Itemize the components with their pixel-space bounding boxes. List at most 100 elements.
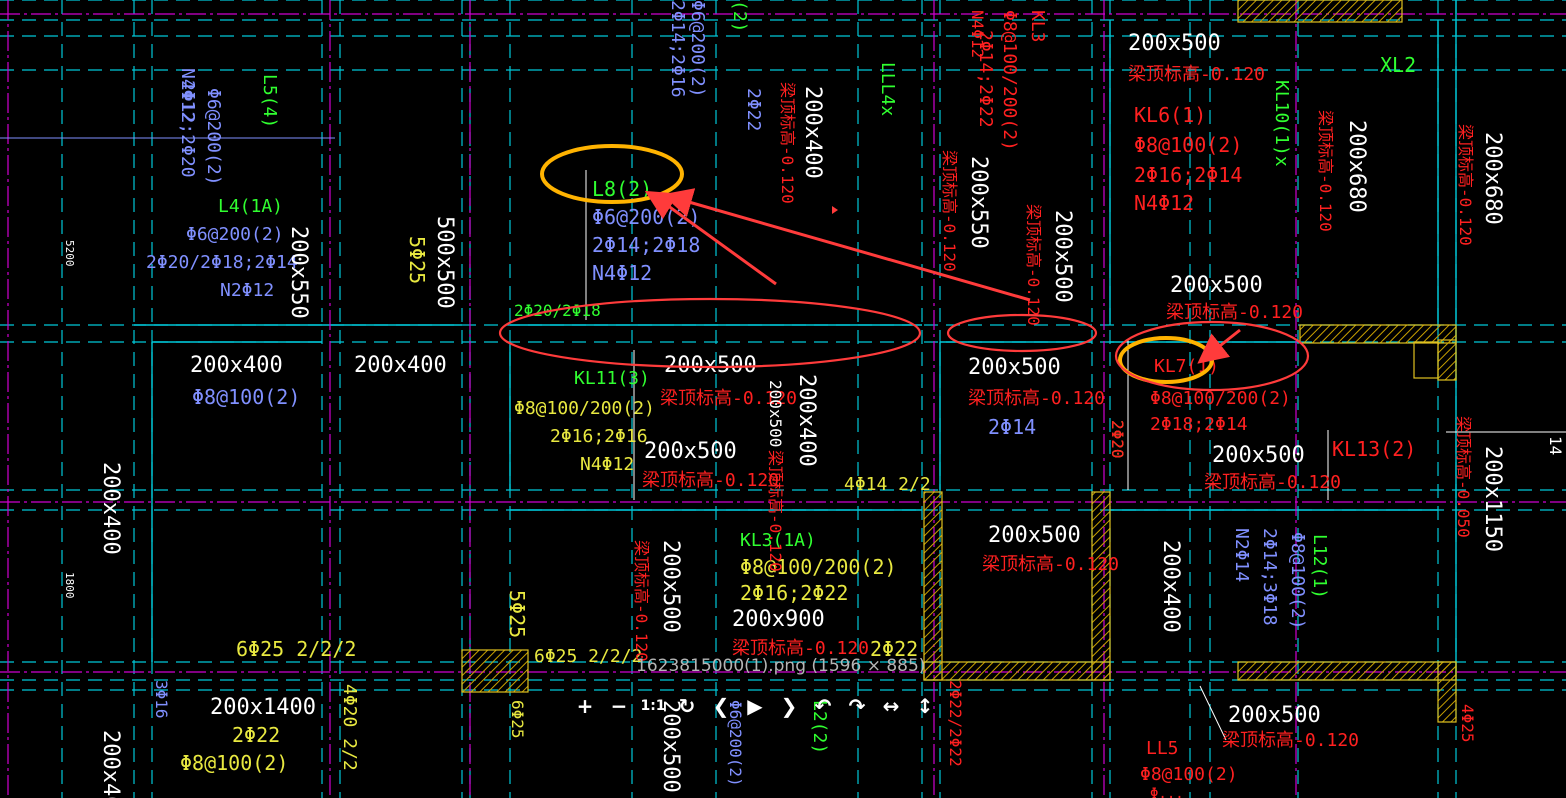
label-v-l12-stirrup: Φ8@100(2) [1287, 532, 1308, 630]
label-stirrup-b: Φ8@100(2) [180, 751, 288, 775]
image-viewer-toolbar: + −1:1 ↻ ❮ ▶ ❯ ↶ ↷ ↔ ↕ [570, 690, 940, 722]
dim-5200: 5200 [63, 240, 76, 267]
label-l4-side: N2Φ12 [220, 280, 274, 301]
previous-button[interactable]: ❮ [706, 691, 736, 721]
label-elev-f: 梁顶标高-0.120 [1204, 472, 1341, 493]
label-v-kl3-stirrup: Φ8@100/200(2) [999, 10, 1020, 151]
label-bar-6q25-b: 6Φ25 2/2/2 [534, 646, 642, 667]
label-v-l5-side: N4Φ12 [177, 68, 198, 122]
label-v-l12-bars: 2Φ14;3Φ18 [1259, 528, 1280, 626]
rotate-left-button[interactable]: ↶ [808, 691, 838, 721]
label-bar-2q14: 2Φ14 [988, 415, 1036, 439]
label-v-200x400-e: 200x400 [98, 730, 123, 798]
label-bar-6q25-a: 6Φ25 2/2/2 [236, 637, 356, 661]
label-v-kl3: KL3 [1027, 10, 1048, 43]
label-sec-200x400-a: 200x400 [190, 353, 283, 378]
label-v-200x680-b: 200x680 [1480, 132, 1505, 225]
label-v-elev-g: 梁顶标高-0.120 [632, 540, 651, 662]
label-v-200x500-a: 200x500 [1050, 210, 1075, 303]
label-v-4q20: 4Φ20 2/2 [339, 684, 360, 771]
label-sec-200x500-f: 200x500 [1212, 443, 1305, 468]
label-l4-stirrup: Φ6@200(2) [186, 224, 284, 245]
label-sec-200x400-b: 200x400 [354, 353, 447, 378]
label-v-l12: L12(1) [1309, 534, 1330, 599]
label-elev-d: 梁顶标高-0.120 [642, 470, 779, 491]
label-kl3-bars: 2Φ16;2Φ22 [740, 581, 848, 605]
label-stirrup-a: Φ8@100(2) [192, 385, 300, 409]
label-ll5-bars: Φ... [1150, 786, 1184, 798]
label-kl11-side: N4Φ12 [580, 454, 634, 475]
label-v-top-2: 2Φ14;2Φ16 [667, 0, 688, 98]
label-xl2: XL2 [1380, 53, 1416, 77]
label-v-lll4: LLL4x [877, 62, 898, 116]
cad-drawing-canvas[interactable]: L4(1A)Φ6@200(2)2Φ20/2Φ18;2Φ14N2Φ12L8(2)Φ… [0, 0, 1566, 798]
label-elev-top: 梁顶标高-0.120 [1128, 64, 1265, 85]
label-v-4q25: 4Φ25 [1458, 704, 1477, 743]
label-v-14: 14 [1546, 436, 1565, 455]
label-v-2q20: 2Φ20 [1108, 420, 1127, 459]
label-kl6-side: N4Φ12 [1134, 191, 1194, 215]
label-v-200x500-b: 200x500 [766, 380, 785, 447]
label-v-5q25: 5Φ25 [405, 236, 429, 284]
label-kl11-name: KL11(3) [574, 368, 650, 389]
label-l8-bars: 2Φ14;2Φ18 [592, 233, 700, 257]
label-v-kl3-side: N4Φ12 [968, 10, 987, 58]
annotation-arrow-3 [1197, 328, 1241, 364]
zoom-out-button[interactable]: − [604, 691, 634, 721]
rotate-right-button[interactable]: ↷ [842, 691, 872, 721]
label-v-200x400-d: 200x400 [1158, 540, 1183, 633]
label-sec-200x900: 200x900 [732, 607, 825, 632]
label-sec-200x500-d: 200x500 [644, 439, 737, 464]
dim-1800: 1800 [63, 572, 76, 599]
label-v-elev-h: 梁顶标高-0.050 [1454, 416, 1473, 538]
label-v-top-3: (2) [729, 0, 750, 33]
label-v-200x550-a: 200x550 [286, 226, 311, 319]
label-kl11-stirrup: Φ8@100/200(2) [514, 398, 655, 419]
label-l8-side: N4Φ12 [592, 261, 652, 285]
label-elev-h: 梁顶标高-0.120 [982, 554, 1119, 575]
zoom-in-button[interactable]: + [570, 691, 600, 721]
label-elev-mid: 梁顶标高-0.120 [1166, 302, 1303, 323]
label-v-200x1150: 200x1150 [1480, 446, 1505, 552]
play-button[interactable]: ▶ [740, 691, 770, 721]
actual-size-button[interactable]: 1:1 [638, 691, 668, 721]
label-v-3q16: 3Φ16 [152, 680, 171, 719]
label-v-kl10: KL10(1)x [1271, 80, 1292, 167]
label-v-5q25-b: 5Φ25 [505, 590, 529, 638]
label-sec-200x500-h: 200x500 [1228, 703, 1321, 728]
label-kl3-stirrup: Φ8@100/200(2) [740, 555, 897, 579]
label-v-top-1: Φ6@200(2) [687, 0, 708, 98]
label-ll5-name: LL5 [1146, 738, 1179, 759]
label-v-200x680-a: 200x680 [1344, 120, 1369, 213]
label-v-200x500-c: 200x500 [658, 540, 683, 633]
image-filename-caption: 1623815000(1).png (1596 × 885) [636, 656, 926, 676]
label-v-elev-a: 梁顶标高-0.120 [778, 82, 797, 204]
label-v-2q22-c: 2Φ22/2Φ22 [946, 680, 965, 767]
label-sec-200x500-c: 200x500 [664, 353, 757, 378]
flip-vertical-button[interactable]: ↕ [910, 691, 940, 721]
label-v-elev-e: 梁顶标高-0.120 [1456, 124, 1475, 246]
label-kl11-bars: 2Φ16;2Φ16 [550, 426, 648, 447]
label-elev-i: 梁顶标高-0.120 [1222, 730, 1359, 751]
label-kl7-bars: 2Φ18;2Φ14 [1150, 414, 1248, 435]
label-kl6-name: KL6(1) [1134, 103, 1206, 127]
reset-button[interactable]: ↻ [672, 691, 702, 721]
label-kl13: KL13(2) [1332, 437, 1416, 461]
next-button[interactable]: ❯ [774, 691, 804, 721]
label-l4-bars: 2Φ20/2Φ18;2Φ14 [146, 252, 298, 273]
label-sec-200x1400: 200x1400 [210, 695, 316, 720]
flip-horizontal-button[interactable]: ↔ [876, 691, 906, 721]
label-v-elev-d: 梁顶标高-0.120 [1316, 110, 1335, 232]
annotation-ellipse-2 [946, 313, 1098, 353]
label-v-200x400-b: 200x400 [800, 86, 825, 179]
label-v-200x400-c: 200x400 [794, 374, 819, 467]
label-elev-e: 梁顶标高-0.120 [968, 388, 1105, 409]
label-bar-2q22: 2Φ22 [232, 723, 280, 747]
label-kl7-stirrup: Φ8@100/200(2) [1150, 388, 1291, 409]
label-v-elev-b: 梁顶标高-0.120 [940, 150, 959, 272]
label-sec-200x500-e: 200x500 [968, 355, 1061, 380]
label-v-6q25: 6Φ25 [508, 700, 527, 739]
label-l4-name: L4(1A) [218, 196, 283, 217]
label-ll5-stirrup: Φ8@100(2) [1140, 764, 1238, 785]
label-v-2q22: 2Φ22 [743, 88, 764, 131]
